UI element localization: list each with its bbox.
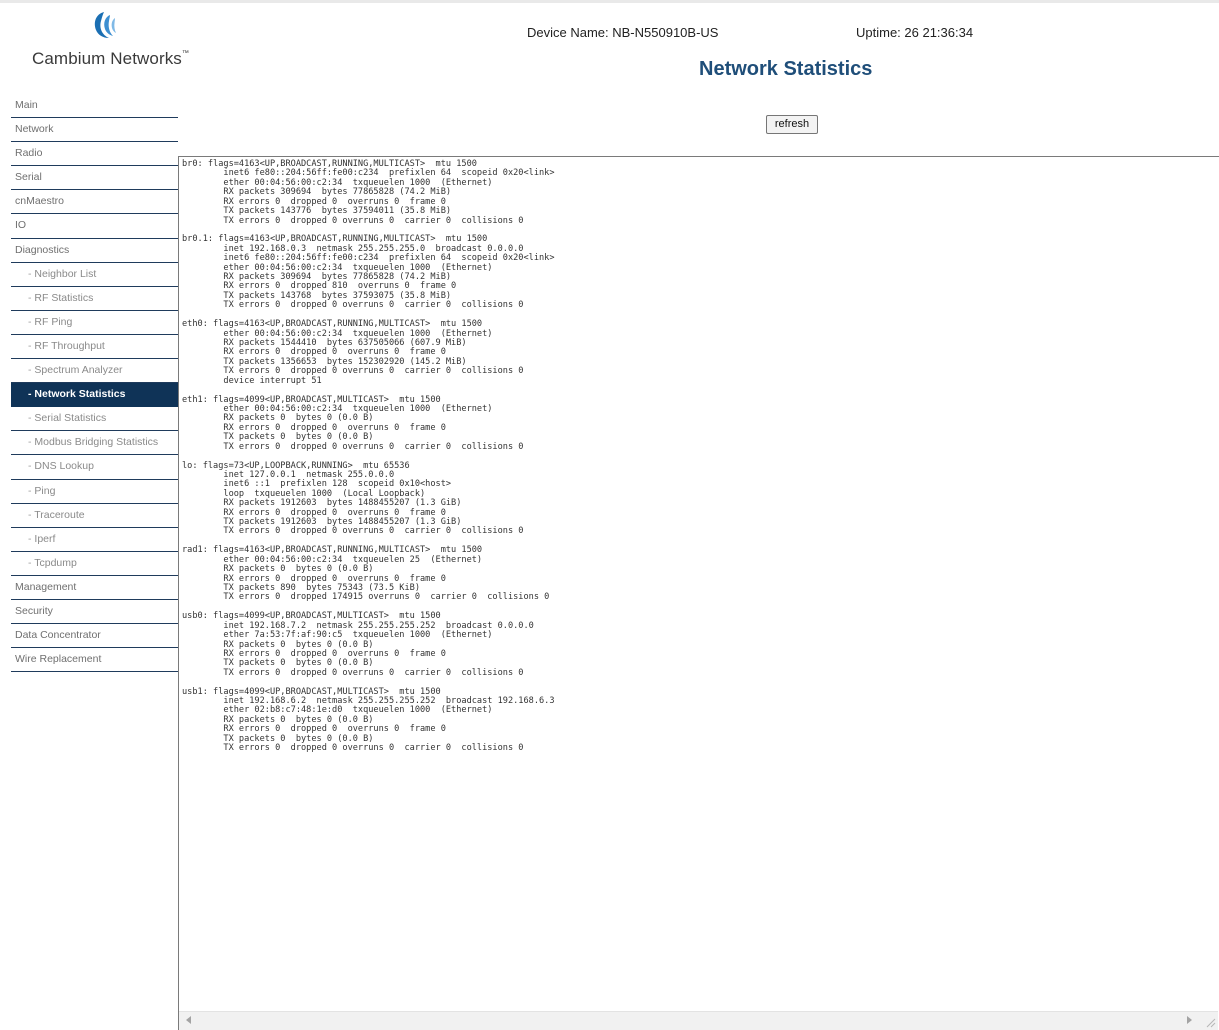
device-name: Device Name: NB-N550910B-US [527,25,719,40]
sidebar-item-network-statistics[interactable]: Network Statistics [11,383,178,408]
sidebar-item-io[interactable]: IO [11,214,178,239]
sidebar-item-rf-throughput[interactable]: RF Throughput [11,335,178,360]
page-title: Network Statistics [699,58,873,80]
brand-text: Cambium Networks [32,49,182,68]
sidebar-item-data-concentrator[interactable]: Data Concentrator [11,624,178,649]
sidebar-item-radio[interactable]: Radio [11,142,178,167]
sidebar-item-main[interactable]: Main [11,94,178,119]
sidebar-item-dns-lookup[interactable]: DNS Lookup [11,455,178,480]
cambium-logo-icon [94,12,116,38]
sidebar-item-neighbor-list[interactable]: Neighbor List [11,263,178,287]
sidebar-item-cnmaestro[interactable]: cnMaestro [11,190,178,215]
sidebar-item-tcpdump[interactable]: Tcpdump [11,552,178,576]
network-stats-output: br0: flags=4163<UP,BROADCAST,RUNNING,MUL… [182,159,555,754]
sidebar-item-rf-statistics[interactable]: RF Statistics [11,287,178,311]
sidebar-item-management[interactable]: Management [11,576,178,600]
sidebar-item-modbus-bridging-statistics[interactable]: Modbus Bridging Statistics [11,431,178,456]
uptime: Uptime: 26 21:36:34 [856,25,974,40]
trademark-symbol: ™ [181,50,190,57]
resize-grip-icon[interactable] [1204,1016,1216,1028]
sidebar-nav: Main Network Radio Serial cnMaestro IO Diagnos… [11,94,178,673]
sidebar-item-wire-replacement[interactable]: Wire Replacement [11,648,178,673]
sidebar-item-traceroute[interactable]: Traceroute [11,504,178,528]
sidebar-item-network[interactable]: Network [11,118,178,143]
sidebar-item-ping[interactable]: Ping [11,480,178,504]
sidebar-item-rf-ping[interactable]: RF Ping [11,311,178,335]
sidebar-item-serial[interactable]: Serial [11,166,178,191]
sidebar-item-serial-statistics[interactable]: Serial Statistics [11,407,178,432]
top-border [0,0,1219,3]
sidebar-item-iperf[interactable]: Iperf [11,528,178,552]
stats-frame[interactable]: br0: flags=4163<UP,BROADCAST,RUNNING,MUL… [178,156,1219,1030]
scroll-left-icon[interactable] [186,1016,191,1024]
sidebar-item-spectrum-analyzer[interactable]: Spectrum Analyzer [11,359,178,384]
scroll-right-icon[interactable] [1187,1016,1192,1024]
sidebar-item-security[interactable]: Security [11,600,178,625]
sidebar-item-diagnostics[interactable]: Diagnostics [11,239,178,263]
brand-name: Cambium Networks™ [32,49,189,69]
refresh-button[interactable]: refresh [766,115,818,134]
horizontal-scrollbar[interactable] [179,1011,1218,1030]
